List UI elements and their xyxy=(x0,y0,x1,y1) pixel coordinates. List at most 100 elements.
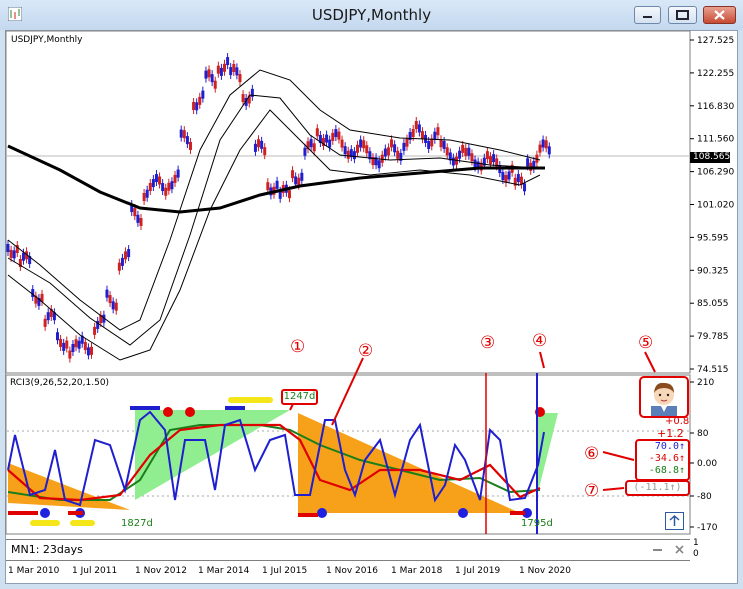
candle-body xyxy=(161,183,165,192)
candle-body xyxy=(297,177,301,186)
signal-bar xyxy=(130,406,160,410)
candle-body xyxy=(148,183,152,192)
candle-body xyxy=(158,176,162,185)
annotation-number: ① xyxy=(290,337,305,357)
price-tick-label: 85.055 xyxy=(697,299,729,309)
price-tick-label: 111.560 xyxy=(697,135,734,145)
candle-body xyxy=(154,174,158,183)
arrow-up-icon xyxy=(669,514,680,526)
candle-body xyxy=(21,252,25,261)
scroll-up-button[interactable] xyxy=(665,512,684,530)
candle-body xyxy=(223,63,227,72)
x-axis-label: 1 Jul 2011 xyxy=(72,566,118,576)
signal-highlight xyxy=(30,520,60,526)
candle-body xyxy=(65,340,69,349)
indicator-label: RCI3(9,26,52,20,1.50) xyxy=(10,378,110,388)
candle-body xyxy=(241,94,245,103)
candle-body xyxy=(232,64,236,73)
price-tick-label: 106.290 xyxy=(697,168,734,178)
signal-bar xyxy=(298,513,318,517)
signal-bar xyxy=(225,406,245,410)
days-right-label: 1795d xyxy=(521,518,553,529)
main-chart-label: USDJPY,Monthly xyxy=(11,35,83,45)
candle-body xyxy=(216,65,220,74)
candle-body xyxy=(266,182,270,191)
candle-body xyxy=(547,146,551,155)
candle-body xyxy=(124,251,128,260)
candle-body xyxy=(433,131,437,140)
candle-body xyxy=(325,134,329,143)
candle-body xyxy=(170,181,174,190)
candle-body xyxy=(458,150,462,159)
chart-canvas[interactable]: 127.525 122.255 116.830 111.560 106.290 101.0… xyxy=(0,0,743,589)
signal-bar xyxy=(68,511,83,515)
candle-body xyxy=(185,136,189,145)
sub-tick-0: 0 xyxy=(693,549,699,559)
sub-panel-close-icon[interactable] xyxy=(674,544,685,555)
candle-body xyxy=(461,144,465,153)
candle-body xyxy=(507,171,511,180)
candle-body xyxy=(427,140,431,149)
candle-body xyxy=(260,140,264,149)
price-tick-label: 95.595 xyxy=(697,233,729,243)
x-axis-label: 1 Jul 2019 xyxy=(455,566,501,576)
candle-body xyxy=(173,174,177,183)
sub-tick-1: 1 xyxy=(693,538,699,548)
readout-box: 70.0↑ -34.6↑ -68.8↑ xyxy=(635,439,690,481)
candle-body xyxy=(414,121,418,130)
days-box: 1247d xyxy=(281,389,318,405)
candle-body xyxy=(315,128,319,137)
candle-body xyxy=(192,101,196,110)
candle-body xyxy=(263,147,267,156)
x-axis-label: 1 Nov 2020 xyxy=(519,566,571,576)
annotation-number: ⑦ xyxy=(584,481,599,501)
days-left-label: 1827d xyxy=(121,518,153,529)
candle-body xyxy=(46,312,50,321)
candle-body xyxy=(331,132,335,141)
candle-body xyxy=(362,140,366,149)
candle-body xyxy=(501,172,505,181)
readout-row3: -68.8↑ xyxy=(648,465,685,476)
readout-row2: -34.6↑ xyxy=(648,453,685,464)
signal-dot xyxy=(317,508,327,518)
candle-body xyxy=(352,151,356,160)
candle-body xyxy=(343,146,347,155)
ind-tick-label: 80 xyxy=(697,429,709,439)
candle-body xyxy=(337,131,341,140)
candle-body xyxy=(164,187,168,196)
candle-body xyxy=(9,249,13,258)
candle-body xyxy=(71,343,75,352)
candle-body xyxy=(133,208,137,217)
candle-body xyxy=(195,102,199,111)
candle-body xyxy=(139,217,143,226)
current-price-label: 108.565 xyxy=(693,152,731,162)
candle-body xyxy=(402,142,406,151)
candle-body xyxy=(291,170,295,179)
signal-dot xyxy=(163,407,173,417)
candle-body xyxy=(467,147,471,156)
price-tick-label: 101.020 xyxy=(697,201,734,211)
candle-body xyxy=(470,153,474,162)
candle-body xyxy=(142,192,146,201)
candle-body xyxy=(445,147,449,156)
signal-highlight xyxy=(228,397,273,403)
candle-body xyxy=(93,326,97,335)
candle-body xyxy=(59,338,63,347)
candle-body xyxy=(198,96,202,105)
candle-body xyxy=(396,150,400,159)
candle-body xyxy=(114,302,118,311)
annotation-number: ③ xyxy=(480,333,495,353)
annotation-number: ④ xyxy=(532,331,547,351)
candle-body xyxy=(275,180,279,189)
signal-highlight xyxy=(70,520,95,526)
sub-panel-minimize-icon[interactable] xyxy=(653,549,662,551)
candle-body xyxy=(359,139,363,148)
sub-panel-label: MN1: 23days xyxy=(11,543,83,556)
candle-body xyxy=(492,154,496,163)
candle-body xyxy=(188,141,192,150)
candle-body xyxy=(90,346,94,355)
x-axis-label: 1 Mar 2018 xyxy=(391,566,443,576)
candle-body xyxy=(43,318,47,327)
candle-body xyxy=(210,74,214,83)
candle-body xyxy=(417,124,421,133)
